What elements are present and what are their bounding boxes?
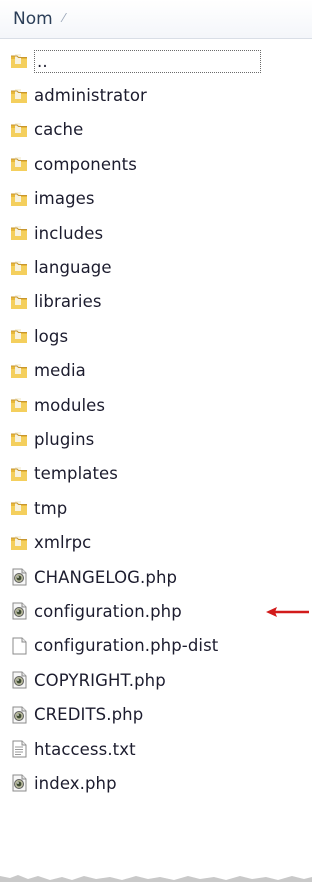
file-row[interactable]: language — [10, 250, 310, 284]
php-file-icon — [12, 671, 27, 689]
file-row[interactable]: configuration.php — [10, 594, 310, 628]
file-list: .. administrator cache components images — [10, 44, 310, 801]
file-row[interactable]: COPYRIGHT.php — [10, 663, 310, 697]
file-name-label: components — [34, 154, 137, 174]
file-row[interactable]: CREDITS.php — [10, 697, 310, 731]
php-file-icon — [12, 568, 27, 586]
folder-icon — [11, 535, 27, 550]
file-name-label: libraries — [34, 292, 102, 312]
folder-icon — [11, 226, 27, 241]
folder-icon — [11, 88, 27, 103]
sort-indicator-icon[interactable]: ⁄ — [63, 11, 65, 25]
file-row[interactable]: tmp — [10, 491, 310, 525]
file-row[interactable]: templates — [10, 457, 310, 491]
folder-icon — [11, 294, 27, 309]
file-name-label: includes — [34, 223, 104, 243]
file-name-label: media — [34, 361, 86, 381]
folder-icon — [11, 398, 27, 413]
text-file-icon — [12, 740, 27, 758]
file-row[interactable]: .. — [10, 44, 310, 78]
file-name-label: htaccess.txt — [34, 739, 136, 759]
folder-icon — [11, 329, 27, 344]
folder-icon — [11, 157, 27, 172]
file-name-label: modules — [34, 395, 106, 415]
file-row[interactable]: images — [10, 182, 310, 216]
file-name-label: COPYRIGHT.php — [34, 670, 166, 690]
file-row[interactable]: xmlrpc — [10, 525, 310, 559]
file-name-label: language — [34, 258, 112, 278]
file-name-label: tmp — [34, 498, 68, 518]
file-name-label: cache — [34, 120, 84, 140]
file-row[interactable]: libraries — [10, 285, 310, 319]
file-name-label: images — [34, 189, 95, 209]
column-header-label[interactable]: Nom — [13, 9, 53, 29]
file-row[interactable]: CHANGELOG.php — [10, 560, 310, 594]
folder-icon — [11, 363, 27, 378]
file-row[interactable]: modules — [10, 388, 310, 422]
php-file-icon — [12, 602, 27, 620]
php-file-icon — [12, 706, 27, 724]
file-row[interactable]: index.php — [10, 766, 310, 800]
file-name-label: administrator — [34, 86, 147, 106]
file-row[interactable]: components — [10, 147, 310, 181]
file-browser-panel: Nom ⁄ .. administrator cache components — [0, 0, 312, 882]
file-name-label: templates — [34, 464, 118, 484]
file-row[interactable]: configuration.php-dist — [10, 629, 310, 663]
file-name-label: xmlrpc — [34, 533, 92, 553]
file-name-label: CHANGELOG.php — [34, 567, 178, 587]
file-row[interactable]: cache — [10, 113, 310, 147]
file-name-label: logs — [34, 326, 69, 346]
php-file-icon — [12, 774, 27, 792]
folder-icon — [11, 191, 27, 206]
folder-icon — [11, 501, 27, 516]
file-row[interactable]: logs — [10, 319, 310, 353]
file-row[interactable]: media — [10, 354, 310, 388]
folder-icon — [11, 260, 27, 275]
file-row[interactable]: plugins — [10, 422, 310, 456]
file-row[interactable]: htaccess.txt — [10, 732, 310, 766]
file-name-label: plugins — [34, 429, 95, 449]
file-name-label: CREDITS.php — [34, 705, 144, 725]
torn-edge — [0, 875, 312, 882]
blank-file-icon — [12, 637, 27, 655]
file-name-label: index.php — [34, 773, 117, 793]
folder-icon — [11, 122, 27, 137]
folder-icon — [11, 466, 27, 481]
column-header[interactable]: Nom ⁄ — [0, 0, 312, 39]
folder-icon — [11, 54, 27, 69]
folder-icon — [11, 432, 27, 447]
file-name-label: configuration.php — [34, 601, 182, 621]
red-arrow-icon — [266, 607, 309, 618]
file-name-label: configuration.php-dist — [34, 636, 219, 656]
file-row[interactable]: includes — [10, 216, 310, 250]
file-row[interactable]: administrator — [10, 78, 310, 112]
file-name-label: .. — [34, 49, 261, 73]
